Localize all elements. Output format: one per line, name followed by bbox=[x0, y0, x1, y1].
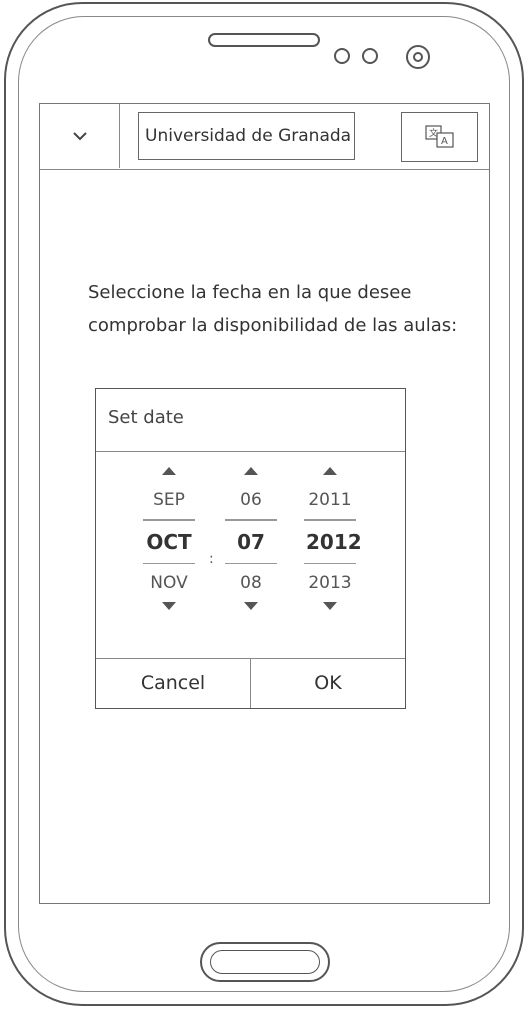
year-up-arrow-icon[interactable] bbox=[323, 467, 337, 475]
instruction-text: Seleccione la fecha en la que desee comp… bbox=[88, 276, 468, 342]
year-divider-top bbox=[304, 519, 356, 521]
year-selected[interactable]: 2012 bbox=[306, 525, 362, 559]
page-title: Universidad de Granada bbox=[138, 112, 355, 160]
day-up-arrow-icon[interactable] bbox=[244, 467, 258, 475]
app-header: Universidad de Granada 文 A bbox=[40, 104, 489, 170]
svg-text:A: A bbox=[441, 136, 448, 147]
instruction-line-2: comprobar la disponibilidad de las aulas… bbox=[88, 315, 458, 336]
day-down-arrow-icon[interactable] bbox=[244, 602, 258, 610]
chevron-down-icon bbox=[72, 132, 87, 141]
proximity-sensor bbox=[406, 45, 430, 69]
svg-text:文: 文 bbox=[429, 127, 438, 139]
year-prev[interactable]: 2011 bbox=[306, 485, 354, 515]
year-divider-bottom bbox=[304, 562, 356, 564]
day-next[interactable]: 08 bbox=[227, 568, 275, 598]
dialog-actions: Cancel OK bbox=[96, 658, 405, 708]
menu-dropdown-button[interactable] bbox=[40, 104, 120, 168]
day-divider-bottom bbox=[225, 562, 277, 564]
month-picker: SEP OCT NOV bbox=[143, 467, 195, 610]
month-prev[interactable]: SEP bbox=[145, 485, 193, 515]
month-divider-top bbox=[143, 519, 195, 521]
front-camera bbox=[334, 48, 350, 64]
year-down-arrow-icon[interactable] bbox=[323, 602, 337, 610]
screen: Universidad de Granada 文 A Seleccione la… bbox=[39, 103, 490, 904]
translate-button[interactable]: 文 A bbox=[401, 112, 478, 162]
month-selected[interactable]: OCT bbox=[145, 525, 193, 559]
dialog-title: Set date bbox=[96, 389, 405, 452]
year-picker: 2011 2012 2013 bbox=[304, 467, 362, 610]
date-separator: : bbox=[209, 551, 214, 567]
month-down-arrow-icon[interactable] bbox=[162, 602, 176, 610]
month-next[interactable]: NOV bbox=[145, 568, 193, 598]
speaker-grille bbox=[208, 33, 320, 47]
day-selected[interactable]: 07 bbox=[227, 525, 275, 559]
cancel-button[interactable]: Cancel bbox=[96, 659, 251, 708]
day-picker: 06 07 08 bbox=[225, 467, 277, 610]
month-up-arrow-icon[interactable] bbox=[162, 467, 176, 475]
day-divider-top bbox=[225, 519, 277, 521]
day-prev[interactable]: 06 bbox=[227, 485, 275, 515]
instruction-line-1: Seleccione la fecha en la que desee bbox=[88, 282, 412, 303]
year-next[interactable]: 2013 bbox=[306, 568, 354, 598]
month-divider-bottom bbox=[143, 562, 195, 564]
home-button[interactable] bbox=[200, 942, 330, 982]
front-sensor bbox=[362, 48, 378, 64]
ok-button[interactable]: OK bbox=[251, 659, 405, 708]
translate-icon: 文 A bbox=[424, 125, 454, 148]
date-picker-dialog: Set date SEP OCT NOV : 06 07 08 2011 201… bbox=[95, 388, 406, 709]
